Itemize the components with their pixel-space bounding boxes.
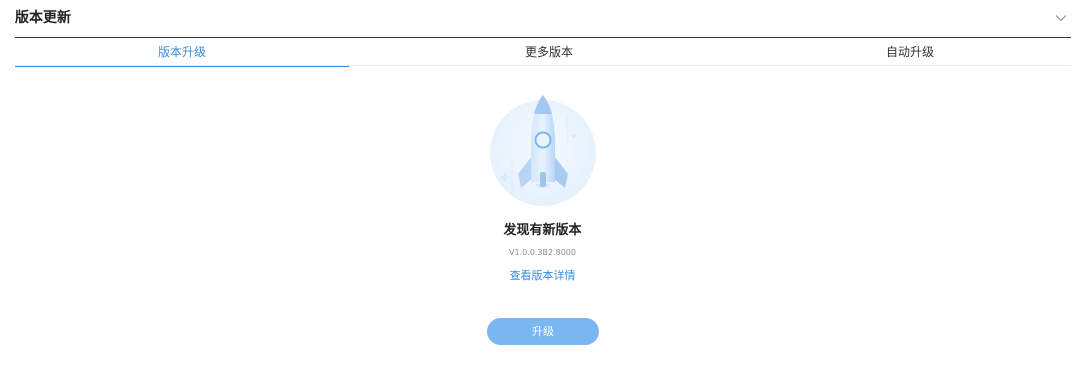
tab-more-versions[interactable]: 更多版本 xyxy=(349,38,749,66)
upgrade-content: 发现有新版本 V1.0.0.3B2.8000 查看版本详情 升级 xyxy=(0,66,1080,380)
panel-title: 版本更新 xyxy=(15,10,71,26)
version-tabs: 版本升级 更多版本 自动升级 xyxy=(15,38,1071,67)
collapse-button[interactable] xyxy=(1051,8,1071,28)
chevron-down-icon xyxy=(1055,15,1067,22)
view-version-details-link[interactable]: 查看版本详情 xyxy=(510,269,576,282)
upgrade-button[interactable]: 升级 xyxy=(487,318,599,345)
details-link-row: 查看版本详情 xyxy=(0,268,1080,284)
rocket-illustration xyxy=(488,92,598,207)
tab-auto-upgrade[interactable]: 自动升级 xyxy=(749,38,1071,66)
version-number: V1.0.0.3B2.8000 xyxy=(509,248,576,257)
panel-header: 版本更新 xyxy=(15,0,1071,38)
new-version-title: 发现有新版本 xyxy=(503,223,582,238)
rocket-icon xyxy=(490,95,596,206)
tab-version-upgrade[interactable]: 版本升级 xyxy=(15,38,349,67)
